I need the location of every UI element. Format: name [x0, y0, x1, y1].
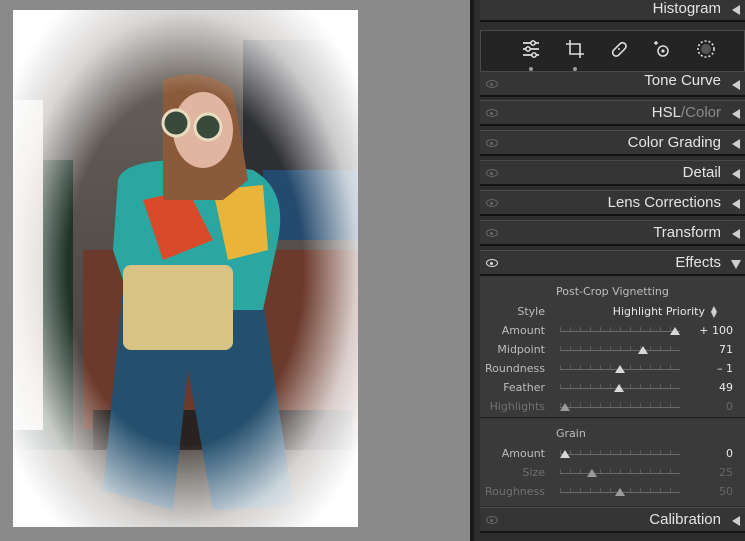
slider-row-feather[interactable]: Feather 49: [480, 379, 745, 397]
collapse-triangle-icon[interactable]: [732, 109, 740, 119]
edit-sliders-icon[interactable]: [520, 38, 542, 60]
slider-label: Roundness: [484, 362, 545, 375]
collapse-triangle-icon[interactable]: [732, 169, 740, 179]
slider-track[interactable]: [560, 331, 680, 332]
panel-title-detail: Detail: [682, 164, 721, 181]
slider-row-roughness[interactable]: Roughness 50: [480, 483, 745, 501]
panel-header-effects[interactable]: Effects: [480, 250, 745, 276]
slider-track[interactable]: [560, 407, 680, 408]
slider-thumb[interactable]: [637, 346, 648, 354]
panel-header-detail[interactable]: Detail: [480, 160, 745, 186]
color-label[interactable]: Color: [685, 104, 721, 121]
panel-title-transform: Transform: [653, 224, 721, 241]
style-label: Style: [517, 305, 545, 318]
panel-title-color-grading: Color Grading: [627, 134, 721, 151]
visibility-eye-icon[interactable]: [486, 259, 498, 267]
collapse-triangle-icon[interactable]: [732, 229, 740, 239]
style-select[interactable]: Highlight Priority: [613, 305, 705, 318]
slider-track[interactable]: [560, 473, 680, 474]
slider-thumb[interactable]: [670, 327, 681, 335]
visibility-eye-icon[interactable]: [486, 109, 498, 117]
slider-row-size[interactable]: Size 25: [480, 464, 745, 482]
panel-title-hsl-color: HSL/Color: [652, 104, 721, 121]
slider-row-amount[interactable]: Amount 0: [480, 445, 745, 463]
crop-icon[interactable]: [564, 38, 586, 60]
visibility-eye-icon[interactable]: [486, 229, 498, 237]
panel-header-tone-curve[interactable]: Tone Curve: [480, 71, 745, 97]
slider-value[interactable]: 25: [719, 466, 733, 479]
slider-value[interactable]: 50: [719, 485, 733, 498]
updown-arrows-icon[interactable]: ▲ ▼: [711, 305, 717, 319]
slider-thumb[interactable]: [615, 365, 625, 373]
visibility-eye-icon[interactable]: [486, 516, 498, 524]
panel-header-transform[interactable]: Transform: [480, 220, 745, 246]
slider-value[interactable]: – 1: [717, 362, 733, 375]
expand-triangle-icon[interactable]: [731, 260, 741, 269]
panel-header-hsl-color[interactable]: HSL/Color: [480, 100, 745, 126]
develop-right-panel: Histogram Tone Curve HSL/Color Color Gra…: [474, 0, 745, 541]
hsl-label[interactable]: HSL: [652, 104, 681, 121]
slider-thumb[interactable]: [559, 403, 570, 411]
collapse-triangle-icon[interactable]: [732, 139, 740, 149]
slider-label: Feather: [503, 381, 545, 394]
panel-title-histogram: Histogram: [652, 0, 721, 17]
slider-label: Roughness: [484, 485, 545, 498]
slider-value[interactable]: 0: [726, 447, 733, 460]
panel-header-histogram[interactable]: Histogram: [480, 0, 745, 22]
slider-row-roundness[interactable]: Roundness – 1: [480, 360, 745, 378]
slider-thumb[interactable]: [587, 469, 598, 477]
slider-value[interactable]: + 100: [699, 324, 733, 337]
effects-panel-body: Post-Crop Vignetting Style Highlight Pri…: [480, 276, 745, 506]
photo-illustration: [13, 10, 358, 527]
panel-header-color-grading[interactable]: Color Grading: [480, 130, 745, 156]
slider-value[interactable]: 0: [726, 400, 733, 413]
photo-preview[interactable]: [13, 10, 358, 527]
collapse-triangle-icon[interactable]: [732, 5, 740, 15]
slider-thumb[interactable]: [559, 450, 570, 458]
visibility-eye-icon[interactable]: [486, 80, 498, 88]
tool-strip: [480, 30, 745, 74]
slider-thumb[interactable]: [613, 384, 624, 392]
image-canvas[interactable]: [0, 0, 470, 541]
masking-icon[interactable]: [695, 38, 717, 60]
slider-label: Size: [522, 466, 545, 479]
vignette-style-row[interactable]: Style Highlight Priority ▲ ▼: [480, 303, 745, 321]
section-separator: [480, 417, 745, 418]
collapse-triangle-icon[interactable]: [732, 516, 740, 526]
slider-label: Amount: [501, 447, 545, 460]
panel-header-calibration[interactable]: Calibration: [480, 507, 745, 533]
slider-label: Amount: [501, 324, 545, 337]
slider-label: Midpoint: [497, 343, 545, 356]
slider-label: Highlights: [489, 400, 545, 413]
healing-icon[interactable]: [608, 38, 630, 60]
visibility-eye-icon[interactable]: [486, 169, 498, 177]
visibility-eye-icon[interactable]: [486, 139, 498, 147]
panel-title-calibration: Calibration: [649, 511, 721, 528]
slider-track[interactable]: [560, 454, 680, 455]
vignette-section-title: Post-Crop Vignetting: [556, 285, 669, 298]
slider-value[interactable]: 49: [719, 381, 733, 394]
slider-thumb[interactable]: [615, 488, 625, 496]
slider-track[interactable]: [560, 350, 680, 351]
slider-value[interactable]: 71: [719, 343, 733, 356]
slider-row-midpoint[interactable]: Midpoint 71: [480, 341, 745, 359]
visibility-eye-icon[interactable]: [486, 199, 498, 207]
slider-row-amount[interactable]: Amount + 100: [480, 322, 745, 340]
slider-row-highlights[interactable]: Highlights 0: [480, 398, 745, 416]
panel-header-lens-corrections[interactable]: Lens Corrections: [480, 190, 745, 216]
grain-section-title: Grain: [556, 427, 586, 440]
panel-title-tone-curve: Tone Curve: [644, 72, 721, 89]
panel-title-effects: Effects: [675, 254, 721, 271]
collapse-triangle-icon[interactable]: [732, 80, 740, 90]
collapse-triangle-icon[interactable]: [732, 199, 740, 209]
panel-title-lens-corrections: Lens Corrections: [607, 194, 721, 211]
red-eye-icon[interactable]: [652, 38, 674, 60]
